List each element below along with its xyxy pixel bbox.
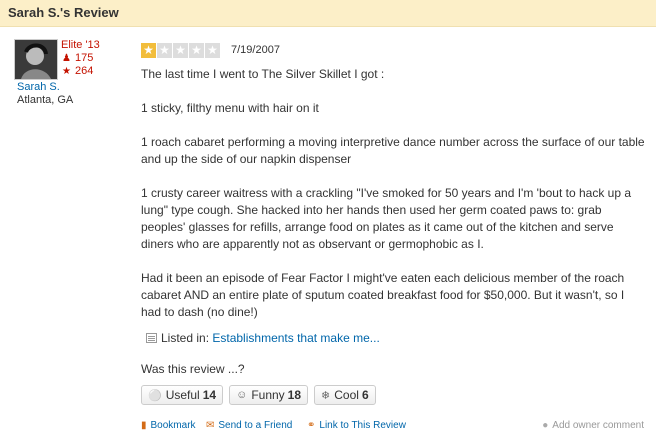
link-label: Link to This Review — [319, 420, 406, 431]
send-label: Send to a Friend — [218, 420, 293, 431]
feedback-prompt: Was this review ...? — [141, 362, 245, 376]
review-paragraph: The last time I went to The Silver Skill… — [141, 67, 385, 81]
review-actions: ▮ Bookmark ✉ Send to a Friend ⚭ Link to … — [0, 417, 656, 437]
send-to-friend-link[interactable]: ✉ Send to a Friend — [206, 420, 292, 431]
rating-star-icon: ★ — [173, 43, 188, 58]
useful-label: Useful — [165, 388, 200, 402]
funny-count: 18 — [287, 388, 302, 402]
list-icon — [146, 333, 157, 343]
cool-count: 6 — [361, 388, 369, 402]
funny-label: Funny — [251, 388, 285, 402]
rating-star-icon: ★ — [189, 43, 204, 58]
snowflake-icon: ❄ — [321, 389, 331, 402]
user-location: Atlanta, GA — [17, 94, 74, 106]
rating-star-icon: ★ — [157, 43, 172, 58]
review-header: Sarah S.'s Review — [0, 0, 656, 27]
smiley-icon: ☺ — [236, 389, 248, 401]
review-paragraph: 1 sticky, filthy menu with hair on it — [141, 101, 319, 115]
envelope-icon: ✉ — [206, 420, 215, 431]
reviews-count: ★ 264 — [61, 65, 93, 77]
reviews-count-value: 264 — [75, 65, 94, 77]
rating-star-icon: ★ — [141, 43, 156, 58]
owner-comment-label: Add owner comment — [552, 420, 644, 431]
link-to-review-link[interactable]: ⚭ Link to This Review — [307, 420, 406, 431]
review-body: The last time I went to The Silver Skill… — [141, 66, 646, 338]
friends-count: ♟ 175 — [61, 52, 93, 64]
listed-in-prefix: Listed in: — [161, 331, 210, 345]
friends-icon: ♟ — [62, 53, 71, 64]
vote-buttons: ⚪ Useful 14 ☺ Funny 18 ❄ Cool 6 — [141, 385, 376, 405]
star-rating: ★ ★ ★ ★ ★ — [141, 43, 220, 58]
friends-count-value: 175 — [75, 52, 94, 64]
listed-in: Listed in: Establishments that make me..… — [146, 331, 380, 345]
user-name-link[interactable]: Sarah S. — [17, 81, 60, 93]
rating-star-icon: ★ — [205, 43, 220, 58]
funny-button[interactable]: ☺ Funny 18 — [229, 385, 309, 405]
comment-icon: ● — [542, 420, 549, 431]
useful-count: 14 — [202, 388, 217, 402]
elite-badge[interactable]: Elite '13 — [61, 39, 100, 51]
cool-label: Cool — [334, 388, 359, 402]
review-title: Sarah S.'s Review — [8, 5, 119, 20]
review-paragraph: Had it been an episode of Fear Factor I … — [141, 271, 625, 319]
review-paragraph: 1 crusty career waitress with a cracklin… — [141, 186, 632, 251]
star-icon: ★ — [62, 66, 71, 77]
avatar-photo — [15, 40, 57, 79]
link-icon: ⚭ — [307, 420, 316, 431]
review-paragraph: 1 roach cabaret performing a moving inte… — [141, 135, 645, 166]
useful-button[interactable]: ⚪ Useful 14 — [141, 385, 224, 405]
list-link[interactable]: Establishments that make me... — [212, 331, 379, 345]
user-avatar[interactable] — [14, 39, 58, 80]
bookmark-link[interactable]: ▮ Bookmark — [141, 420, 196, 431]
bookmark-icon: ▮ — [141, 420, 147, 431]
add-owner-comment-link[interactable]: ● Add owner comment — [542, 420, 644, 431]
lightbulb-icon: ⚪ — [148, 389, 162, 402]
review-date: 7/19/2007 — [231, 44, 280, 56]
bookmark-label: Bookmark — [150, 420, 196, 431]
cool-button[interactable]: ❄ Cool 6 — [314, 385, 376, 405]
